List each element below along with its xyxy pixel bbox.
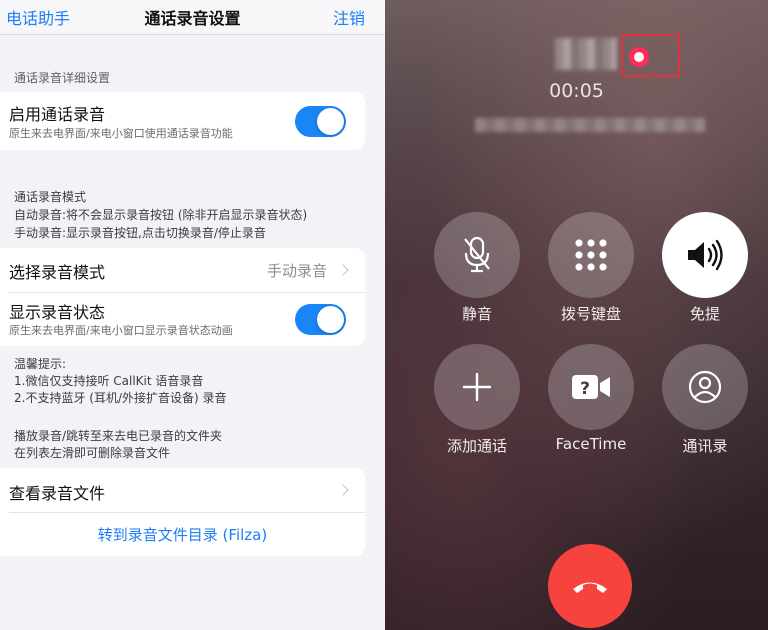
svg-text:?: ? xyxy=(580,379,590,399)
end-call-button[interactable] xyxy=(548,544,632,628)
enable-recording-row[interactable]: 启用通话录音 原生来去电界面/来电小窗口使用通话录音功能 xyxy=(0,92,365,150)
mute-label: 静音 xyxy=(461,305,492,323)
enable-recording-toggle[interactable] xyxy=(295,106,346,137)
facetime-label: FaceTime xyxy=(555,435,627,453)
contacts-button[interactable] xyxy=(662,344,748,430)
chevron-right-icon xyxy=(337,484,349,496)
call-screen: 00:05 静音 拨号键盘 免提 添加通话 ? FaceTime 通讯录 xyxy=(385,0,768,630)
nav-bar: 电话助手 通话录音设置 注销 xyxy=(0,0,385,35)
enable-recording-subtitle: 原生来去电界面/来电小窗口使用通话录音功能 xyxy=(9,127,233,140)
select-mode-value: 手动录音 xyxy=(266,262,327,280)
tips-line: 2.不支持蓝牙 (耳机/外接扩音设备) 录音 xyxy=(14,391,227,405)
files-card: 查看录音文件 转到录音文件目录 (Filza) xyxy=(0,468,365,556)
show-status-toggle[interactable] xyxy=(295,304,346,335)
view-files-row[interactable]: 查看录音文件 xyxy=(0,468,365,512)
person-circle-icon xyxy=(688,370,722,404)
playback-info-line: 在列表左滑即可删除录音文件 xyxy=(14,446,171,460)
tips-line: 1.微信仅支持接听 CallKit 语音录音 xyxy=(14,374,204,388)
speaker-button[interactable] xyxy=(662,212,748,298)
mode-info-line: 手动录音:显示录音按钮,点击切换录音/停止录音 xyxy=(14,226,266,240)
row-divider xyxy=(9,512,365,513)
tips-line: 温馨提示: xyxy=(14,357,67,371)
caller-location-blurred xyxy=(475,118,705,132)
playback-info-line: 播放录音/跳转至来去电已录音的文件夹 xyxy=(14,429,223,443)
show-status-row[interactable]: 显示录音状态 原生来去电界面/来电小窗口显示录音状态动画 xyxy=(0,293,365,346)
add-call-button[interactable] xyxy=(434,344,520,430)
enable-recording-title: 启用通话录音 xyxy=(9,105,106,124)
recording-dot-icon xyxy=(629,47,649,67)
chevron-right-icon xyxy=(337,264,349,276)
caller-name-blurred xyxy=(555,38,617,70)
mode-info-line: 通话录音模式 xyxy=(14,190,87,204)
mute-button[interactable] xyxy=(434,212,520,298)
show-status-title: 显示录音状态 xyxy=(9,303,106,322)
plus-icon xyxy=(462,372,492,402)
mode-info-line: 自动录音:将不会显示录音按钮 (除非开启显示录音状态) xyxy=(14,208,308,222)
speaker-label: 免提 xyxy=(689,305,720,323)
select-mode-row[interactable]: 选择录音模式 手动录音 xyxy=(0,248,365,292)
speaker-icon xyxy=(688,239,723,271)
goto-filza-link[interactable]: 转到录音文件目录 (Filza) xyxy=(0,524,365,545)
page-title: 通话录音设置 xyxy=(144,9,241,28)
contacts-label: 通讯录 xyxy=(682,437,728,455)
keypad-icon xyxy=(575,239,607,271)
settings-panel: 电话助手 通话录音设置 注销 通话录音详细设置 启用通话录音 原生来去电界面/来… xyxy=(0,0,385,630)
keypad-button[interactable] xyxy=(548,212,634,298)
mic-off-icon xyxy=(464,236,490,273)
add-call-label: 添加通话 xyxy=(446,437,507,455)
show-status-subtitle: 原生来去电界面/来电小窗口显示录音状态动画 xyxy=(9,324,233,337)
logout-button[interactable]: 注销 xyxy=(333,5,365,29)
call-timer: 00:05 xyxy=(549,80,604,102)
enable-recording-card: 启用通话录音 原生来去电界面/来电小窗口使用通话录音功能 xyxy=(0,92,365,150)
facetime-button[interactable]: ? xyxy=(548,344,634,430)
keypad-label: 拨号键盘 xyxy=(560,305,621,323)
view-files-title: 查看录音文件 xyxy=(9,484,106,503)
facetime-unavailable-icon: ? xyxy=(572,375,610,399)
detail-section-header: 通话录音详细设置 xyxy=(14,71,111,85)
phone-hangup-icon xyxy=(573,582,607,593)
select-mode-title: 选择录音模式 xyxy=(9,263,106,282)
mode-status-card: 选择录音模式 手动录音 显示录音状态 原生来去电界面/来电小窗口显示录音状态动画 xyxy=(0,248,365,346)
